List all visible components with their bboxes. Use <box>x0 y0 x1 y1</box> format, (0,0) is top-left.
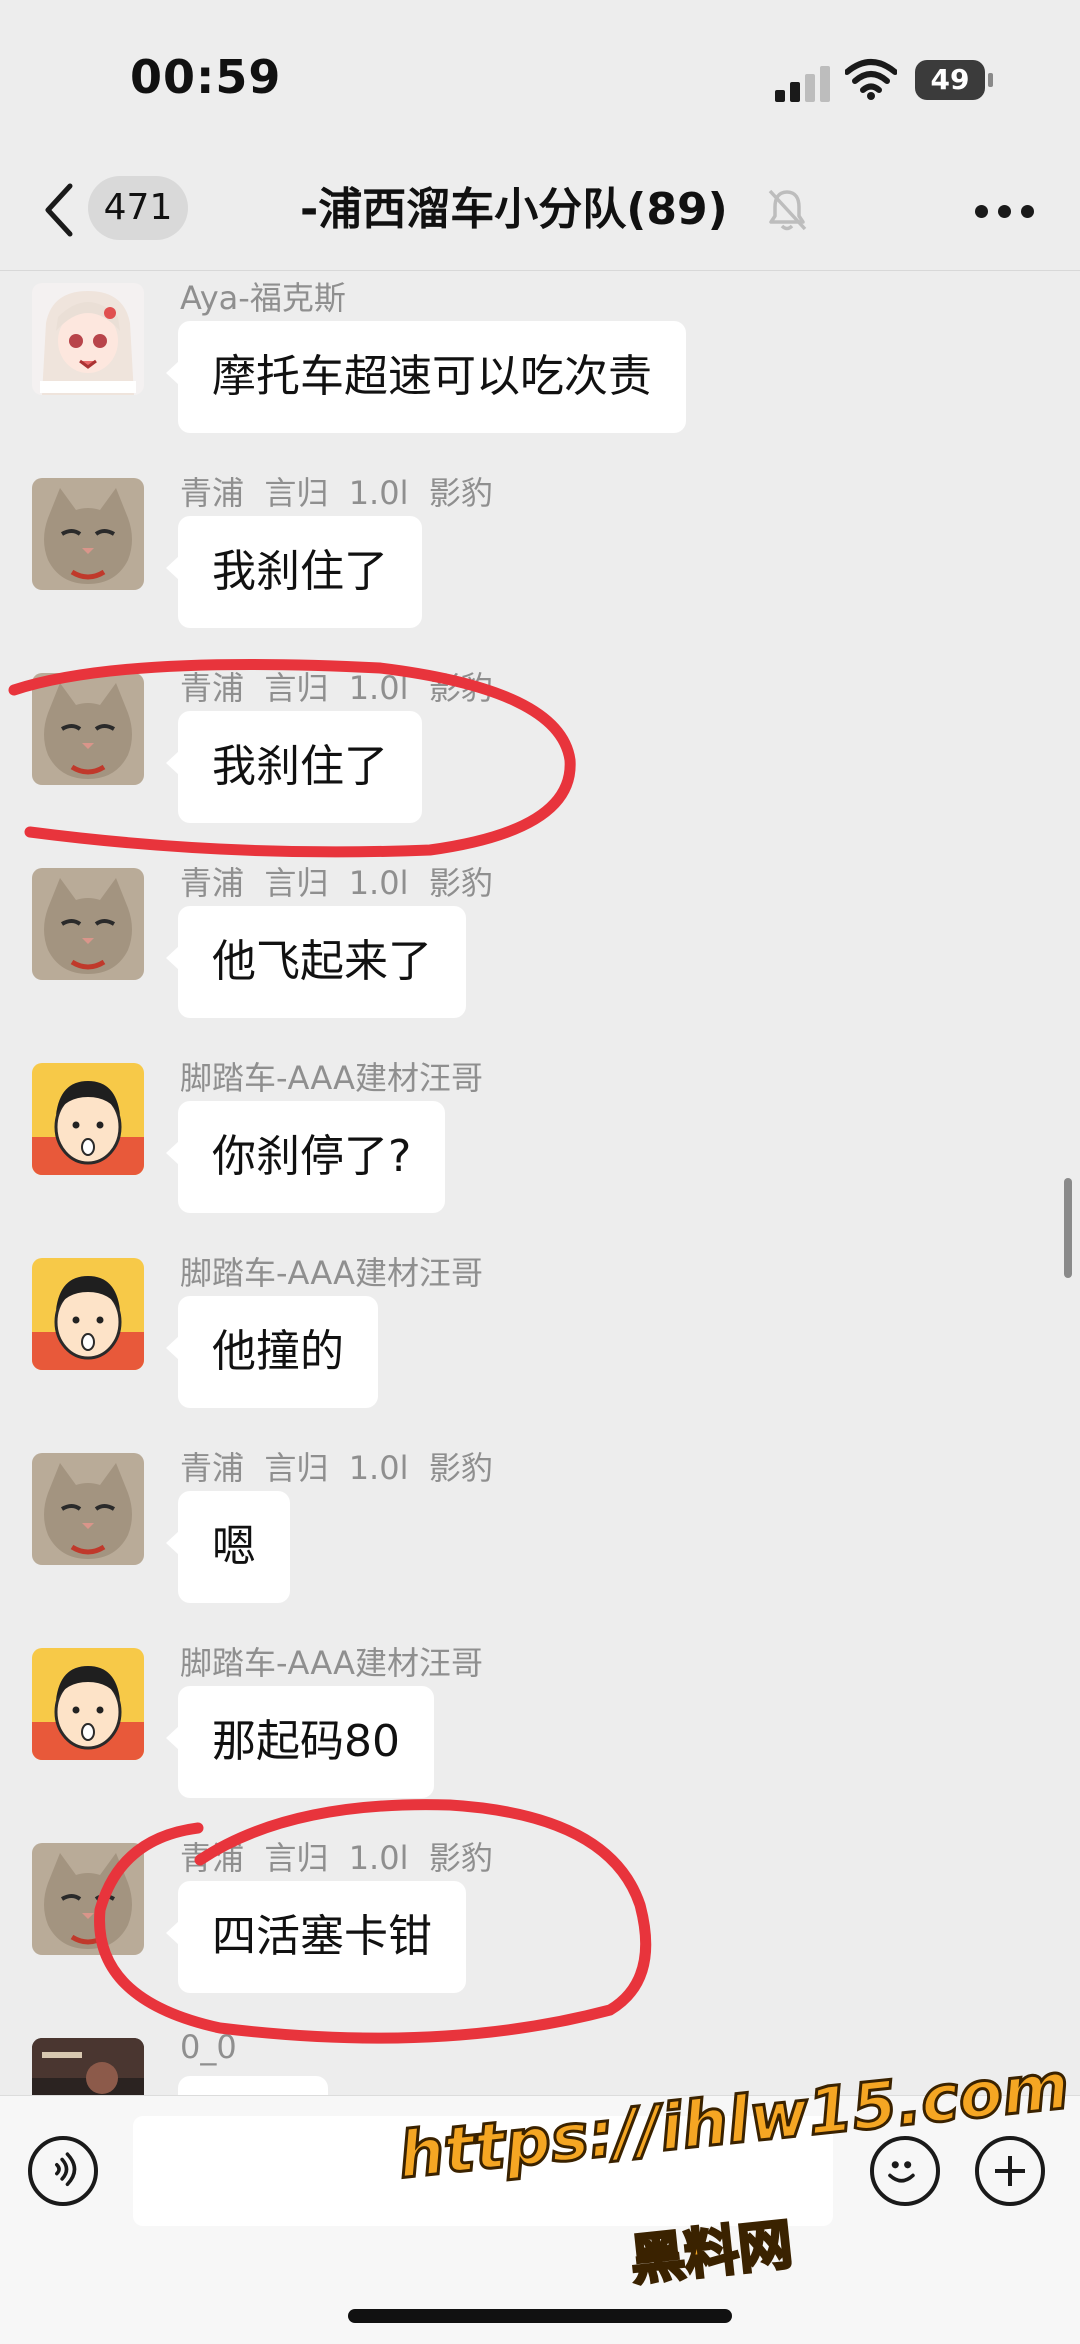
wifi-icon <box>845 59 897 100</box>
avatar-cat-icon[interactable] <box>32 478 144 590</box>
sender-name: 青浦 言归 1.0l 影豹 <box>180 474 493 512</box>
message-item: 脚踏车-AAA建材汪哥 他撞的 <box>0 1246 1080 1441</box>
message-bubble[interactable]: 嗯 <box>166 1491 290 1603</box>
avatar-cat-icon[interactable] <box>32 868 144 980</box>
message-bubble[interactable]: 那起码80 <box>166 1686 434 1798</box>
message-bubble[interactable] <box>178 2076 328 2095</box>
message-item: 脚踏车-AAA建材汪哥 那起码80 <box>0 1636 1080 1831</box>
sender-name: 青浦 言归 1.0l 影豹 <box>180 669 493 707</box>
message-item: Aya-福克斯 摩托车超速可以吃次责 <box>0 271 1080 466</box>
message-bubble[interactable]: 我刹住了 <box>166 516 422 628</box>
avatar-cat-icon[interactable] <box>32 1843 144 1955</box>
battery-icon: 49 <box>915 60 993 100</box>
message-bubble[interactable]: 他撞的 <box>166 1296 378 1408</box>
chat-nav-bar: 471 -浦西溜车小分队(89) <box>0 150 1080 271</box>
message-item: 青浦 言归 1.0l 影豹 我刹住了 <box>0 466 1080 661</box>
avatar-cartoon-boy-icon[interactable] <box>32 1258 144 1370</box>
sender-name: 0_0 <box>180 2028 237 2066</box>
emoji-icon[interactable] <box>870 2136 940 2206</box>
status-time: 00:59 <box>130 50 282 104</box>
message-bubble[interactable]: 你刹停了? <box>165 1101 446 1213</box>
chat-title[interactable]: -浦西溜车小分队(89) <box>300 180 728 240</box>
home-indicator[interactable] <box>348 2309 732 2323</box>
message-list[interactable]: Aya-福克斯 摩托车超速可以吃次责 青浦 言归 1.0l 影豹 我刹住了 青浦… <box>0 271 1080 2095</box>
sender-name: Aya-福克斯 <box>180 279 346 317</box>
avatar-photo-icon[interactable] <box>32 2038 144 2095</box>
message-input[interactable] <box>133 2116 833 2226</box>
message-item: 青浦 言归 1.0l 影豹 嗯 <box>0 1441 1080 1636</box>
message-composer <box>0 2095 1080 2344</box>
message-bubble[interactable]: 摩托车超速可以吃次责 <box>166 321 686 433</box>
sender-name: 青浦 言归 1.0l 影豹 <box>180 1449 493 1487</box>
cellular-signal-icon <box>775 62 831 102</box>
avatar-cartoon-boy-icon[interactable] <box>32 1063 144 1175</box>
voice-input-icon[interactable] <box>28 2136 98 2206</box>
status-bar: 00:59 49 <box>0 0 1080 150</box>
scroll-indicator[interactable] <box>1064 1178 1072 1278</box>
avatar-anime-girl-icon[interactable] <box>32 283 144 395</box>
muted-bell-icon <box>768 189 807 231</box>
sender-name: 脚踏车-AAA建材汪哥 <box>180 1254 484 1292</box>
sender-name: 青浦 言归 1.0l 影豹 <box>180 1839 493 1877</box>
message-bubble[interactable]: 他飞起来了 <box>166 906 466 1018</box>
unread-count-badge[interactable]: 471 <box>88 176 188 240</box>
message-item: 青浦 言归 1.0l 影豹 四活塞卡钳 <box>0 1831 1080 2026</box>
avatar-cat-icon[interactable] <box>32 1453 144 1565</box>
avatar-cartoon-boy-icon[interactable] <box>32 1648 144 1760</box>
message-bubble[interactable]: 我刹住了 <box>166 711 422 823</box>
message-bubble[interactable]: 四活塞卡钳 <box>166 1881 466 1993</box>
more-options-icon[interactable] <box>975 205 1035 219</box>
sender-name: 脚踏车-AAA建材汪哥 <box>180 1059 484 1097</box>
avatar-cat-icon[interactable] <box>32 673 144 785</box>
back-chevron-icon[interactable] <box>40 180 80 240</box>
sender-name: 脚踏车-AAA建材汪哥 <box>180 1644 484 1682</box>
sender-name: 青浦 言归 1.0l 影豹 <box>180 864 493 902</box>
message-item: 青浦 言归 1.0l 影豹 我刹住了 <box>0 661 1080 856</box>
message-item: 脚踏车-AAA建材汪哥 你刹停了? <box>0 1051 1080 1246</box>
message-item: 0_0 <box>0 2026 1080 2095</box>
plus-icon[interactable] <box>975 2136 1045 2206</box>
message-item: 青浦 言归 1.0l 影豹 他飞起来了 <box>0 856 1080 1051</box>
